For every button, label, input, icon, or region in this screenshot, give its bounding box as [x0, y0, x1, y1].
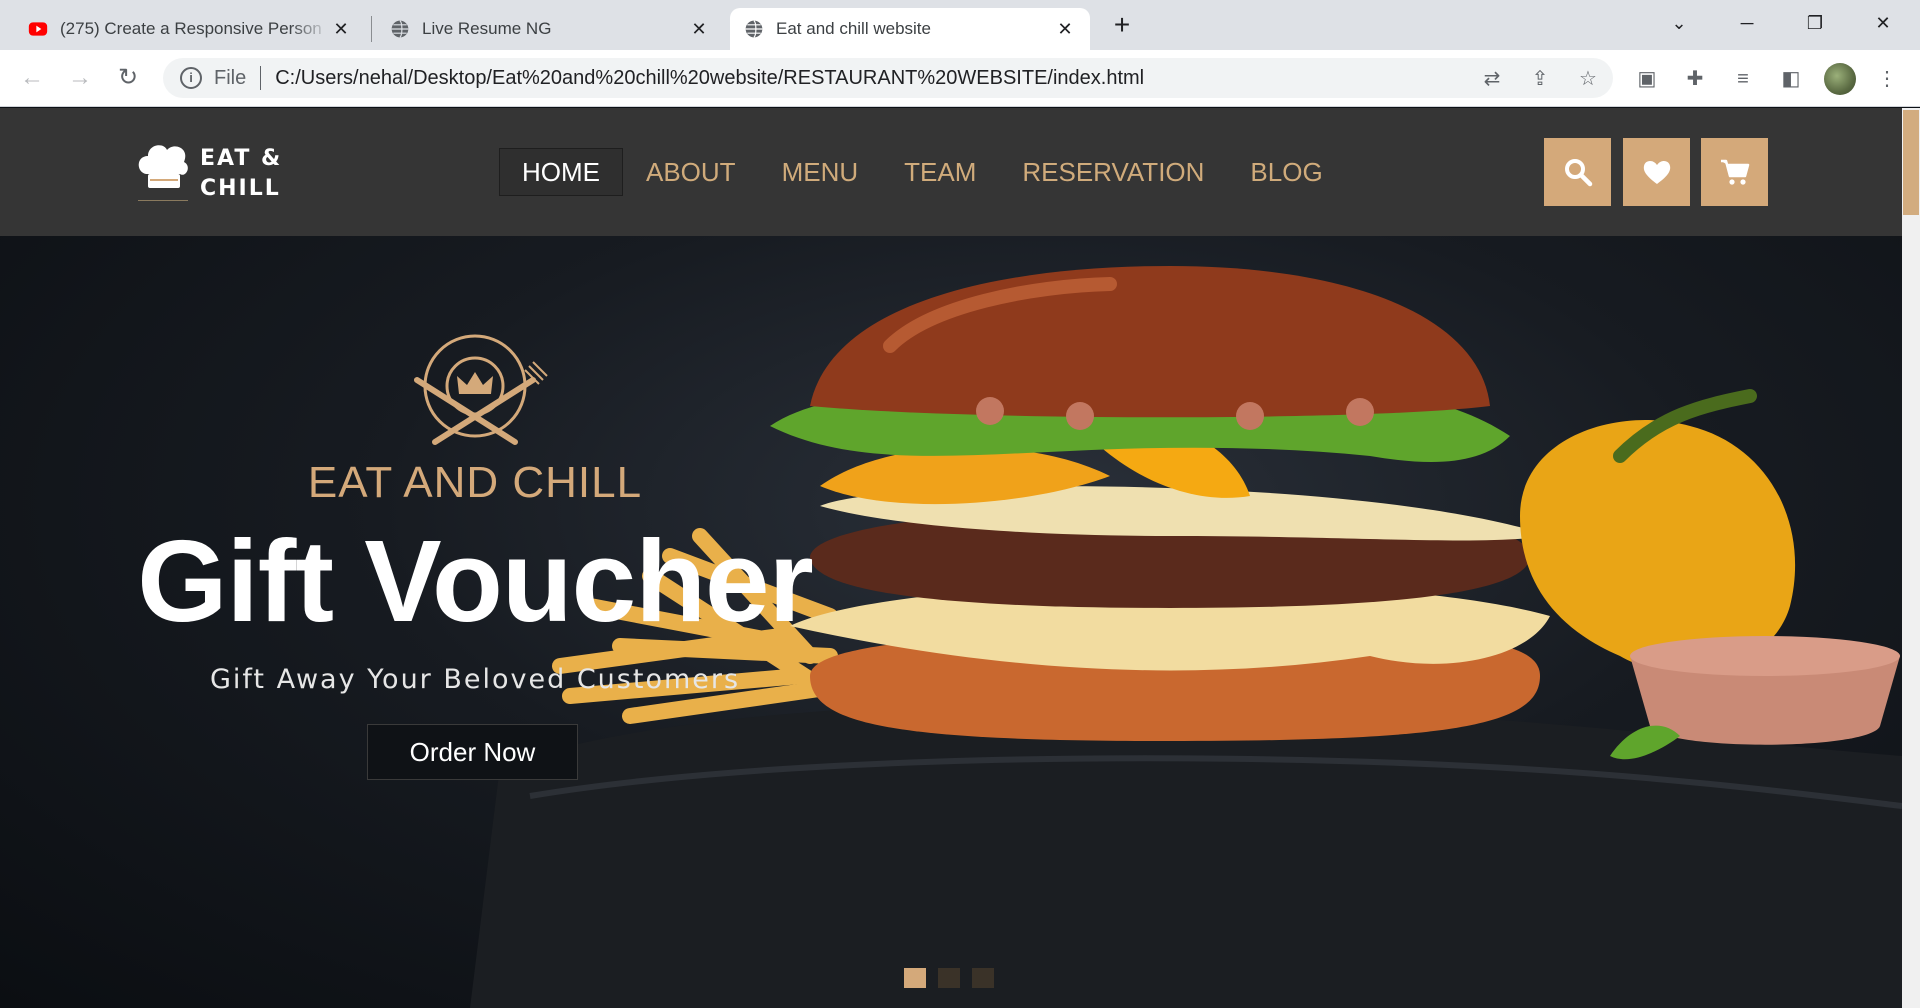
page-scrollbar[interactable]	[1902, 108, 1920, 1008]
restore-window-icon[interactable]: ❐	[1792, 8, 1838, 38]
close-window-icon[interactable]: ✕	[1860, 8, 1906, 38]
site-info-icon[interactable]: i	[180, 67, 202, 89]
globe-icon	[745, 20, 763, 38]
search-button[interactable]	[1544, 138, 1611, 206]
hero-title: Gift Voucher	[137, 516, 813, 646]
wishlist-button[interactable]	[1623, 138, 1690, 206]
tab-title: Eat and chill website	[776, 19, 931, 38]
logo-line-2: CHILL	[200, 176, 281, 201]
tab-title: Live Resume NG	[422, 19, 552, 38]
youtube-icon	[28, 22, 48, 36]
browser-tab-live-resume[interactable]: Live Resume NG ✕	[376, 8, 724, 50]
media-control-icon[interactable]: ≡	[1728, 64, 1758, 94]
nav-home[interactable]: HOME	[499, 148, 623, 196]
crown-cutlery-emblem-icon	[414, 334, 548, 445]
hero-section: EAT AND CHILL Gift Voucher Gift Away You…	[0, 236, 1902, 1008]
close-tab-icon[interactable]: ✕	[688, 19, 710, 40]
bookmark-star-icon[interactable]: ☆	[1577, 68, 1599, 90]
close-tab-icon[interactable]: ✕	[1054, 19, 1076, 40]
forward-arrow-icon[interactable]: →	[64, 62, 96, 94]
browser-tab-eat-and-chill[interactable]: Eat and chill website ✕	[730, 8, 1090, 50]
logo-text: EAT & CHILL	[200, 144, 282, 204]
browser-tab-youtube[interactable]: (275) Create a Responsive Person ✕	[14, 8, 366, 50]
chef-hat-icon	[138, 145, 188, 188]
order-now-button[interactable]: Order Now	[367, 724, 578, 780]
scheme-label: File	[214, 66, 247, 89]
globe-icon	[391, 20, 409, 38]
slider-dot-3[interactable]	[972, 968, 994, 988]
nav-menu[interactable]: MENU	[759, 148, 882, 196]
browser-menu-icon[interactable]: ⋮	[1872, 64, 1902, 94]
back-arrow-icon[interactable]: ←	[16, 62, 48, 94]
tab-separator	[371, 16, 372, 42]
cart-button[interactable]	[1701, 138, 1768, 206]
site-logo[interactable]: EAT & CHILL	[134, 136, 284, 212]
cart-icon	[1720, 159, 1749, 185]
nav-about[interactable]: ABOUT	[623, 148, 759, 196]
minimize-window-icon[interactable]: ─	[1724, 8, 1770, 38]
new-tab-button[interactable]: +	[1108, 11, 1136, 40]
hero-kicker: EAT AND CHILL	[307, 458, 643, 507]
translate-icon[interactable]: ⇄	[1481, 68, 1503, 90]
side-panel-icon[interactable]: ◧	[1776, 64, 1806, 94]
close-tab-icon[interactable]: ✕	[330, 19, 352, 40]
slider-dots	[904, 968, 994, 988]
extensions-puzzle-icon[interactable]: ✚	[1680, 64, 1710, 94]
address-bar[interactable]: i File C:/Users/nehal/Desktop/Eat%20and%…	[163, 58, 1613, 98]
main-nav: HOME ABOUT MENU TEAM RESERVATION BLOG	[499, 148, 1346, 196]
profile-avatar[interactable]	[1824, 63, 1856, 95]
logo-underline	[138, 200, 188, 206]
site-header: EAT & CHILL HOME ABOUT MENU TEAM RESERVA…	[0, 108, 1920, 236]
nav-blog[interactable]: BLOG	[1227, 148, 1345, 196]
search-icon	[1564, 159, 1592, 187]
share-icon[interactable]: ⇪	[1529, 68, 1551, 90]
tab-search-chevron-icon[interactable]: ⌄	[1656, 8, 1702, 38]
heart-icon	[1643, 160, 1670, 184]
browser-tab-strip: (275) Create a Responsive Person ✕ Live …	[0, 0, 1920, 50]
nav-team[interactable]: TEAM	[881, 148, 999, 196]
reload-icon[interactable]: ↻	[112, 62, 144, 94]
address-divider	[260, 66, 262, 90]
tab-title: (275) Create a Responsive Person	[60, 19, 322, 38]
scrollbar-thumb[interactable]	[1903, 110, 1919, 215]
logo-line-1: EAT &	[200, 146, 283, 171]
nav-reservation[interactable]: RESERVATION	[999, 148, 1227, 196]
url-text[interactable]: C:/Users/nehal/Desktop/Eat%20and%20chill…	[275, 67, 1144, 90]
browser-toolbar: ← → ↻ i File C:/Users/nehal/Desktop/Eat%…	[0, 50, 1920, 107]
extension-icon[interactable]: ▣	[1632, 64, 1662, 94]
slider-dot-1[interactable]	[904, 968, 926, 988]
slider-dot-2[interactable]	[938, 968, 960, 988]
hero-subtitle: Gift Away Your Beloved Customers	[209, 664, 741, 695]
